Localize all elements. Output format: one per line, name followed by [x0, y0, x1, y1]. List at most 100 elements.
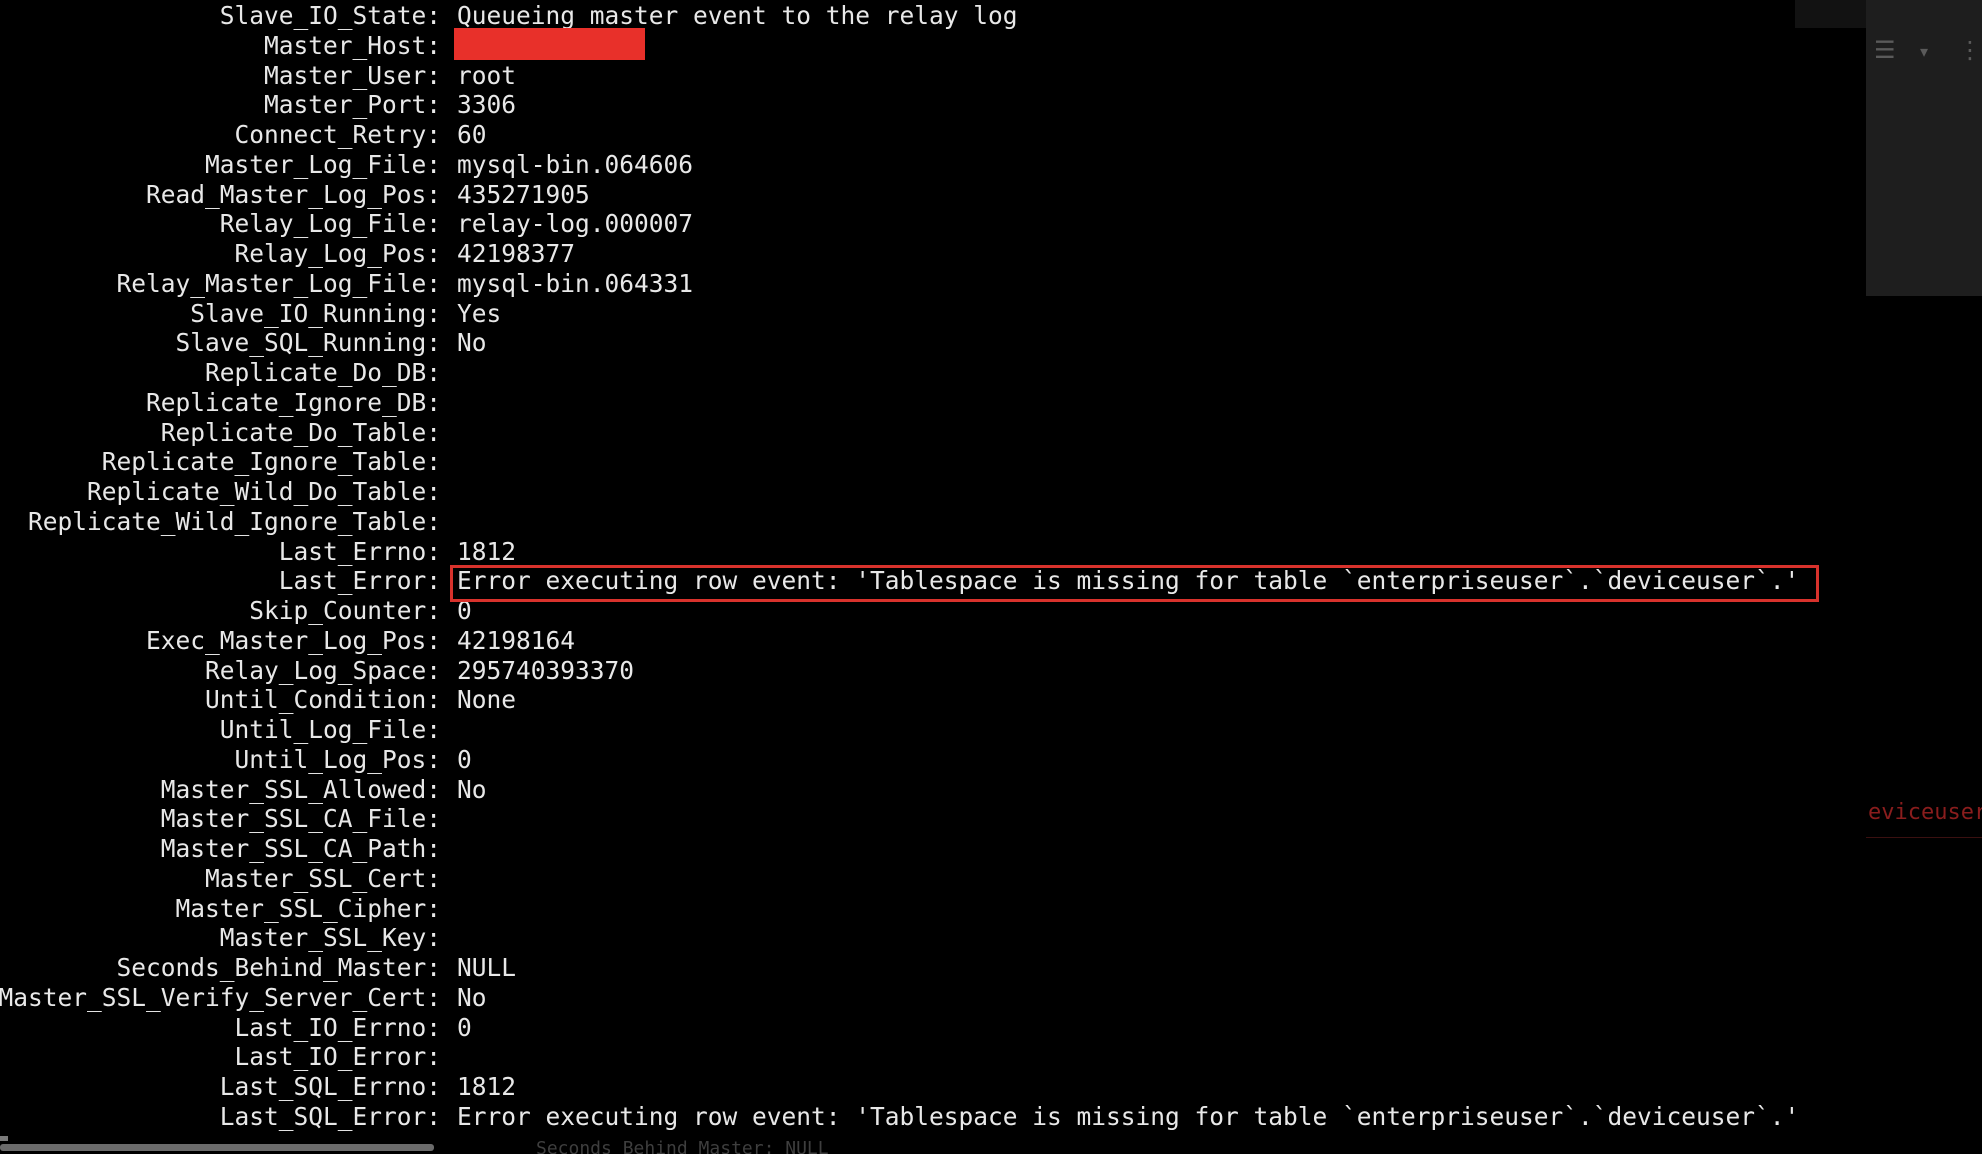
status-value: 1812 [457, 1072, 517, 1101]
status-key: Replicate_Wild_Do_Table: [86, 477, 441, 506]
panel-header: ⌃⌃ [1795, 0, 1866, 28]
status-row: Master_SSL_Key: [0, 923, 1866, 953]
status-row: Slave_SQL_Running: No [0, 328, 1866, 358]
status-key: Master_Log_File: [204, 149, 441, 179]
status-value: 1812 [457, 536, 517, 566]
status-value: Error executing row event: 'Tablespace i… [457, 1101, 1800, 1131]
status-key: Master_SSL_Verify_Server_Cert: [0, 982, 441, 1012]
status-row: Master_Host: [0, 31, 1866, 61]
status-value: Yes [457, 298, 502, 328]
status-value: 435271905 [457, 179, 590, 209]
status-key: Seconds_Behind_Master: [116, 953, 441, 982]
status-row: Replicate_Do_DB: [0, 358, 1866, 388]
horizontal-scrollbar[interactable] [0, 1144, 434, 1151]
status-row: Last_Errno: 1812 [0, 537, 1866, 567]
terminal-window[interactable]: Slave_IO_State: Queueing master event to … [0, 0, 1866, 1154]
redacted-master-host [454, 28, 645, 60]
status-row: Last_SQL_Errno: 1812 [0, 1072, 1866, 1102]
status-row: Master_SSL_Verify_Server_Cert: No [0, 983, 1866, 1013]
list-icon[interactable]: ☰ [1874, 38, 1896, 62]
status-value: None [457, 685, 517, 715]
status-value: mysql-bin.064606 [457, 149, 694, 179]
chevron-down-icon[interactable]: ▾ [1920, 40, 1928, 64]
status-row: Slave_IO_Running: Yes [0, 299, 1866, 329]
status-key: Master_SSL_CA_File: [160, 804, 441, 834]
status-key: Relay_Master_Log_File: [116, 268, 441, 298]
status-value: mysql-bin.064331 [457, 268, 694, 298]
status-key: Last_Error: [278, 566, 441, 596]
status-row: Relay_Log_Space: 295740393370 [0, 656, 1866, 686]
echo-line: Seconds_Behind_Master: NULL [536, 1138, 829, 1154]
status-key: Slave_SQL_Running: [175, 328, 441, 358]
side-panel: ☰ ▾ ⋮ [1866, 0, 1982, 296]
status-value: relay-log.000007 [457, 209, 694, 239]
status-key: Last_SQL_Error: [219, 1101, 441, 1131]
status-row: Last_SQL_Error: Error executing row event… [0, 1102, 1866, 1132]
status-row: Until_Log_File: [0, 715, 1866, 745]
status-row: Until_Log_Pos: 0 [0, 745, 1866, 775]
status-key: Until_Log_File: [219, 715, 441, 744]
status-row: Slave_IO_State: Queueing master event to … [0, 1, 1866, 31]
status-key: Slave_IO_State: [219, 1, 441, 30]
status-value: 42198164 [457, 625, 576, 655]
status-row: Connect_Retry: 60 [0, 120, 1866, 150]
status-key: Relay_Log_File: [219, 209, 441, 239]
status-row: Master_SSL_Cert: [0, 864, 1866, 894]
status-row: Replicate_Wild_Ignore_Table: [0, 507, 1866, 537]
status-key: Master_User: [263, 60, 441, 90]
status-key: Replicate_Ignore_DB: [145, 387, 441, 417]
status-key: Master_SSL_Key: [219, 923, 441, 953]
status-row: Replicate_Ignore_Table: [0, 447, 1866, 477]
status-value: No [457, 774, 487, 804]
status-key: Master_SSL_Cipher: [175, 893, 441, 923]
status-key: Replicate_Do_Table: [160, 417, 441, 447]
status-row: Master_SSL_CA_File: [0, 804, 1866, 834]
status-key: Relay_Log_Pos: [234, 239, 441, 268]
status-key: Connect_Retry: [234, 120, 441, 149]
status-key: Master_Port: [263, 90, 441, 120]
status-key: Skip_Counter: [249, 596, 441, 625]
screen: Slave_IO_State: Queueing master event to … [0, 0, 1982, 1154]
indent-icon[interactable]: ⋮ [1958, 38, 1982, 62]
status-key: Exec_Master_Log_Pos: [145, 625, 441, 655]
status-key: Until_Log_Pos: [234, 744, 441, 774]
status-key: Replicate_Ignore_Table: [101, 447, 441, 477]
status-row: Replicate_Do_Table: [0, 418, 1866, 448]
status-row: Master_Port: 3306 [0, 90, 1866, 120]
status-key: Relay_Log_Space: [204, 655, 441, 685]
status-value: 0 [457, 1012, 472, 1042]
status-row: Relay_Log_Pos: 42198377 [0, 239, 1866, 269]
status-row: Read_Master_Log_Pos: 435271905 [0, 180, 1866, 210]
status-key: Last_IO_Errno: [234, 1012, 441, 1042]
status-value: 60 [457, 120, 487, 149]
status-row: Master_SSL_CA_Path: [0, 834, 1866, 864]
status-row: Master_User: root [0, 61, 1866, 91]
last-error-highlight [450, 565, 1819, 602]
status-row: Last_IO_Errno: 0 [0, 1013, 1866, 1043]
status-key: Replicate_Wild_Ignore_Table: [27, 506, 441, 536]
status-key: Master_SSL_CA_Path: [160, 834, 441, 863]
status-row: Last_IO_Error: [0, 1042, 1866, 1072]
status-row: Exec_Master_Log_Pos: 42198164 [0, 626, 1866, 656]
status-key: Master_SSL_Allowed: [160, 774, 441, 804]
status-value: Queueing master event to the relay log [457, 1, 1018, 30]
status-row: Relay_Master_Log_File: mysql-bin.064331 [0, 269, 1866, 299]
status-value: 42198377 [457, 239, 576, 268]
status-key: Until_Condition: [204, 685, 441, 715]
status-row: Until_Condition: None [0, 685, 1866, 715]
scroll-marker [0, 1136, 8, 1141]
status-row: Master_SSL_Cipher: [0, 894, 1866, 924]
status-value: 3306 [457, 90, 517, 120]
status-key: Master_SSL_Cert: [204, 863, 441, 893]
side-panel-text: eviceuser [1868, 800, 1982, 825]
status-key: Last_IO_Error: [234, 1042, 441, 1072]
status-value: NULL [457, 953, 517, 982]
status-key: Last_SQL_Errno: [219, 1072, 441, 1101]
status-row: Seconds_Behind_Master: NULL [0, 953, 1866, 983]
status-value: No [457, 328, 487, 358]
status-value: root [457, 60, 517, 90]
status-key: Read_Master_Log_Pos: [145, 179, 441, 209]
status-value: 0 [457, 744, 472, 774]
status-value: No [457, 982, 487, 1012]
collapse-icon[interactable]: ⌃⌃ [1821, 0, 1855, 14]
